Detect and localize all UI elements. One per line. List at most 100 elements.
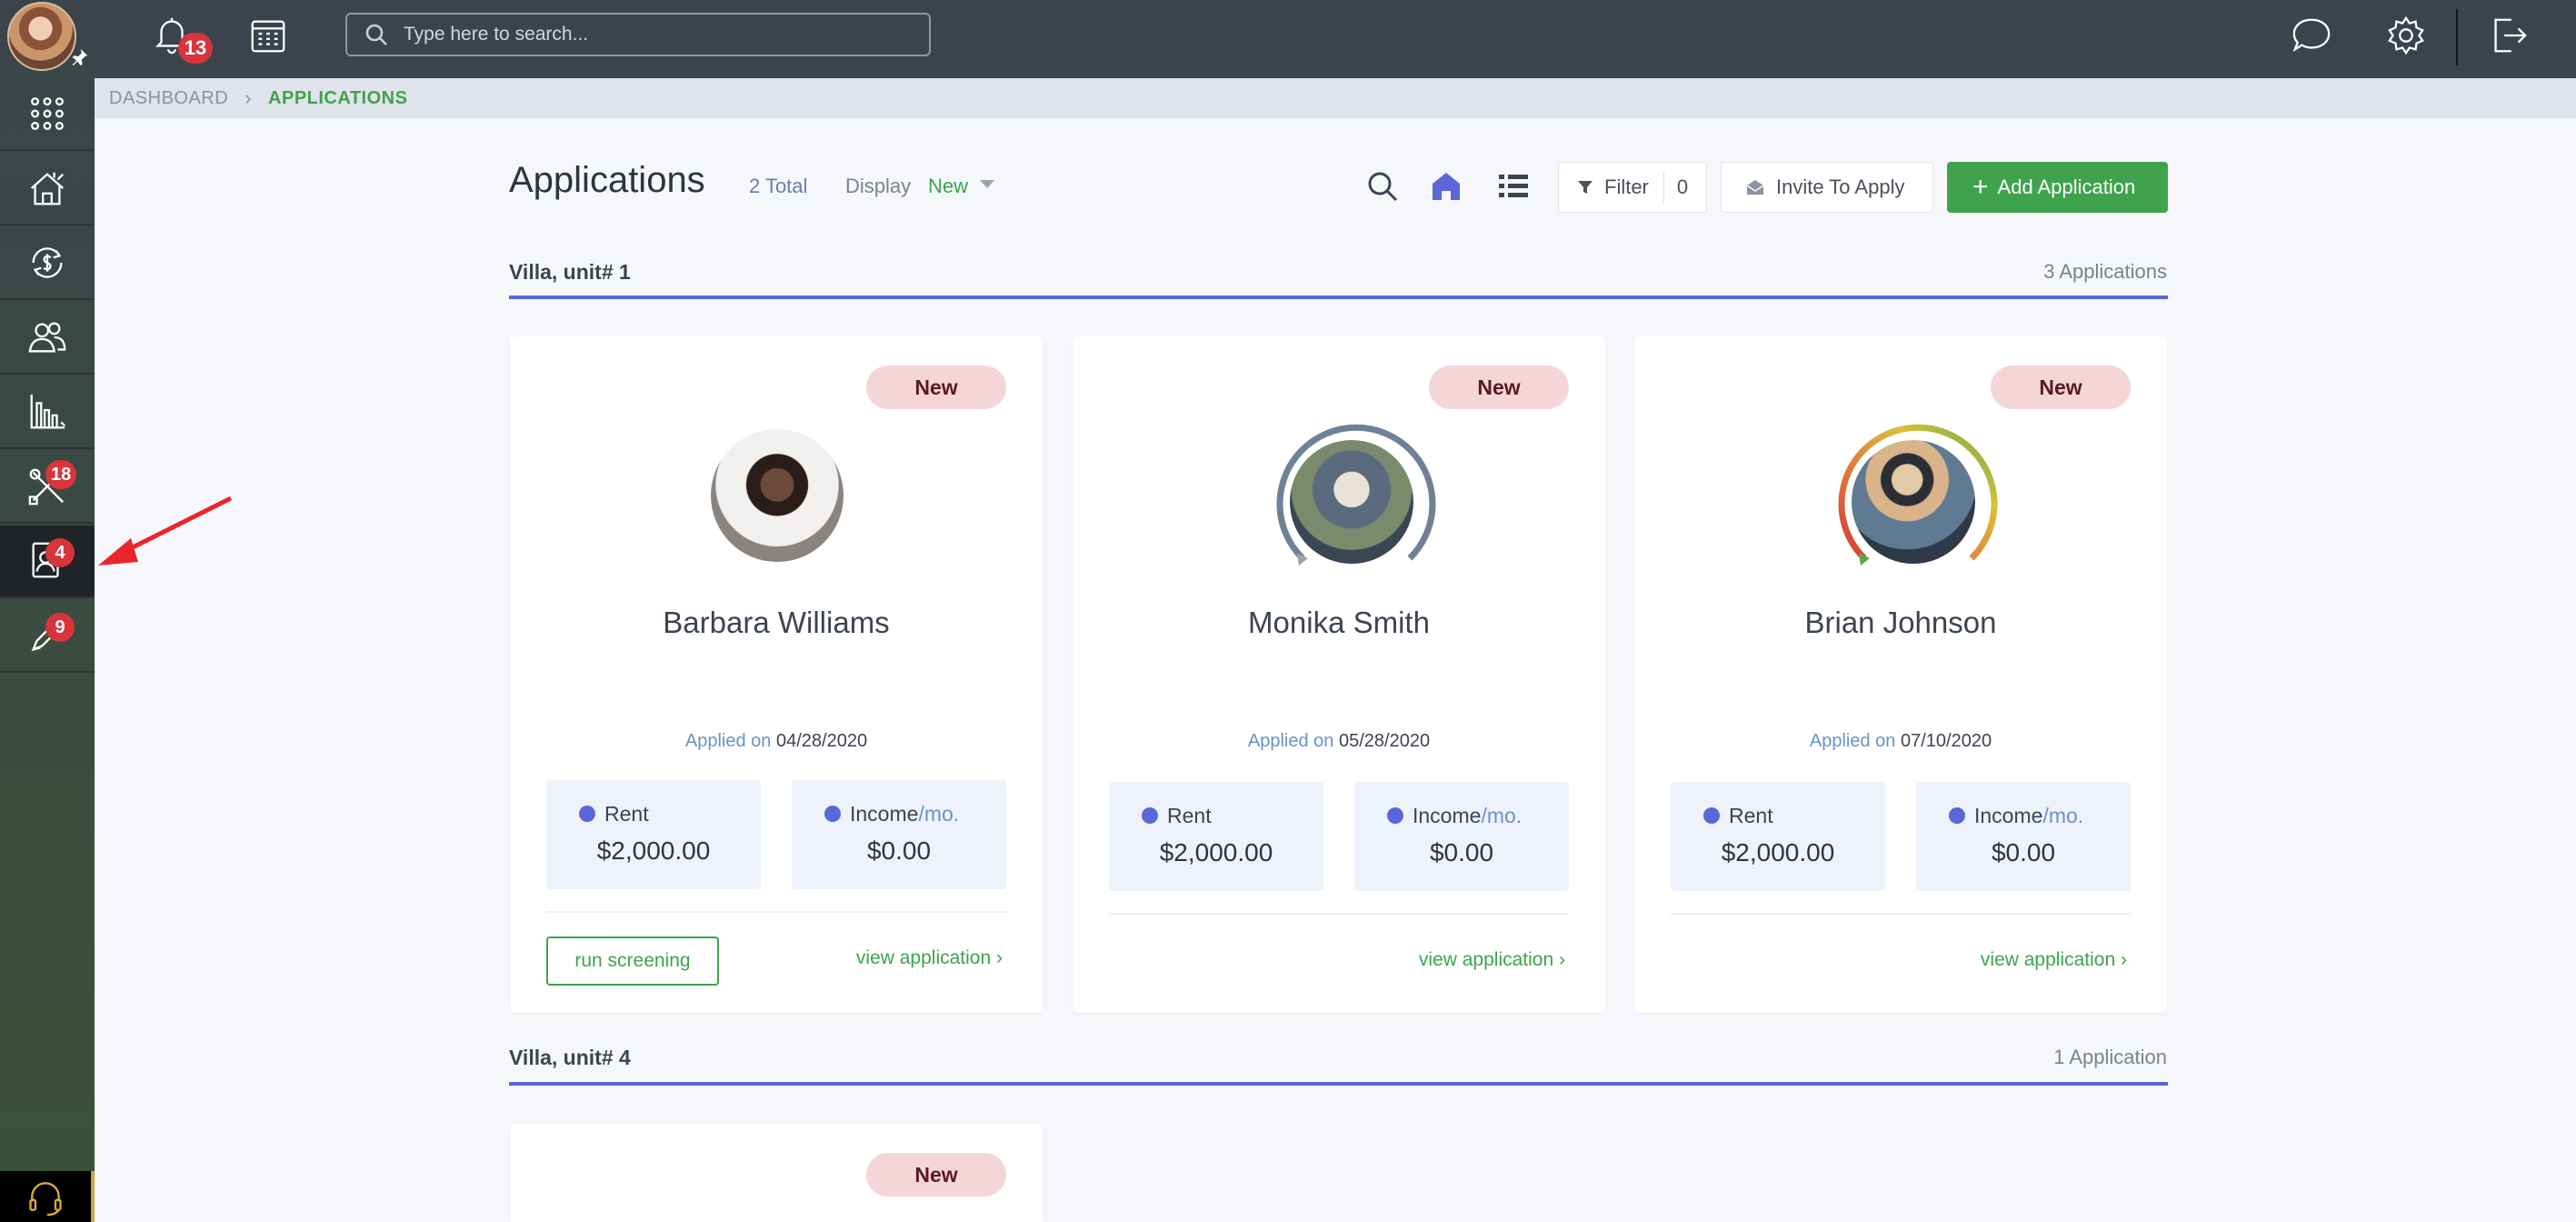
add-application-button[interactable]: + Add Application xyxy=(1947,162,2168,213)
income-label: Income/mo. xyxy=(850,802,959,826)
application-card: New Monika Smith Applied on 05/28/2020 R… xyxy=(1073,336,1605,1013)
sidebar-item-apps[interactable] xyxy=(0,78,95,151)
sidebar-item-reports[interactable] xyxy=(0,376,95,449)
pin-icon[interactable] xyxy=(69,47,89,67)
sidebar-item-leases[interactable]: 9 xyxy=(0,600,95,673)
filter-divider xyxy=(1662,172,1664,203)
help-button[interactable] xyxy=(0,1171,95,1222)
settings-button[interactable] xyxy=(2385,15,2431,60)
income-icon xyxy=(1387,807,1403,824)
house-view-icon xyxy=(1433,173,1460,200)
topbar: 13 xyxy=(95,0,2576,78)
rent-stat: Rent $2,000.00 xyxy=(546,780,761,889)
card-divider xyxy=(1109,913,1569,915)
view-application-link[interactable]: view application › xyxy=(1981,949,2127,971)
plus-icon: + xyxy=(1972,172,1989,202)
income-label-text: Income xyxy=(1413,804,1482,827)
page-title: Applications xyxy=(509,160,705,200)
income-icon xyxy=(1949,807,1965,824)
money-cycle-icon xyxy=(32,247,63,278)
list-view-button[interactable] xyxy=(1496,169,1533,205)
maintenance-badge: 18 xyxy=(45,460,77,489)
status-badge: New xyxy=(1429,366,1569,409)
applied-date: Applied on 05/28/2020 xyxy=(1073,731,1605,752)
grid-view-button[interactable] xyxy=(1429,169,1465,205)
rent-label: Rent xyxy=(1167,804,1212,827)
applied-date: Applied on 07/10/2020 xyxy=(1634,731,2167,752)
search-icon xyxy=(365,24,387,45)
rent-label: Rent xyxy=(1729,804,1773,827)
logout-button[interactable] xyxy=(2487,15,2532,60)
notification-count-badge: 13 xyxy=(178,33,213,64)
chat-icon xyxy=(2292,18,2331,53)
logout-icon xyxy=(2494,18,2527,53)
applicant-name: Monika Smith xyxy=(1248,606,1430,639)
topbar-divider xyxy=(2456,9,2458,65)
applicant-name: Brian Johnson xyxy=(1804,606,1997,639)
applied-prefix: Applied on xyxy=(1809,731,1896,751)
view-application-link[interactable]: view application › xyxy=(1419,949,1565,971)
filter-button[interactable]: Filter 0 xyxy=(1558,162,1707,213)
search-toggle-button[interactable] xyxy=(1365,169,1402,205)
display-select[interactable]: New xyxy=(928,175,968,198)
search-input[interactable] xyxy=(404,24,913,45)
apps-grid-icon xyxy=(31,97,64,130)
sidebar-item-people[interactable] xyxy=(0,302,95,375)
applicant-avatar[interactable] xyxy=(1833,422,1998,566)
status-badge: New xyxy=(1991,366,2131,409)
status-badge: New xyxy=(866,366,1006,409)
rent-icon xyxy=(1703,807,1720,824)
search-box[interactable] xyxy=(345,13,931,56)
envelope-icon xyxy=(1746,180,1764,195)
application-card: New xyxy=(510,1124,1043,1222)
run-screening-button[interactable]: run screening xyxy=(546,937,719,986)
applicant-avatar[interactable] xyxy=(1272,422,1436,566)
chevron-down-icon[interactable] xyxy=(980,180,994,188)
applicant-avatar[interactable] xyxy=(709,422,844,562)
application-card: New Barbara Williams Applied on 04/28/20… xyxy=(510,336,1043,1013)
calendar-button[interactable] xyxy=(247,15,291,58)
status-badge: New xyxy=(866,1153,1006,1197)
sidebar-item-maintenance[interactable]: 18 xyxy=(0,451,95,524)
applied-prefix: Applied on xyxy=(684,731,772,751)
income-stat: Income/mo. $0.00 xyxy=(1916,782,2131,891)
income-label-text: Income xyxy=(850,802,919,826)
income-unit: /mo. xyxy=(2042,804,2084,827)
applied-prefix: Applied on xyxy=(1247,731,1334,751)
view-application-link[interactable]: view application › xyxy=(856,947,1003,969)
rent-label: Rent xyxy=(604,802,649,826)
add-application-label: Add Application xyxy=(1997,175,2136,198)
sidebar-item-properties[interactable] xyxy=(0,153,95,225)
annotation-arrow-icon xyxy=(98,496,233,566)
group-title: Villa, unit# 4 xyxy=(509,1046,631,1069)
user-avatar[interactable] xyxy=(7,2,76,71)
rent-value: $2,000.00 xyxy=(1721,838,1835,866)
applied-date: Applied on 04/28/2020 xyxy=(510,731,1043,752)
applications-badge: 4 xyxy=(45,538,75,567)
rent-value: $2,000.00 xyxy=(1159,838,1273,866)
card-divider xyxy=(1671,913,2131,915)
sidebar-item-applications[interactable]: 4 xyxy=(0,526,95,598)
applied-date-value: 04/28/2020 xyxy=(775,731,868,751)
income-value: $0.00 xyxy=(1429,838,1494,866)
breadcrumb: DASHBOARD › APPLICATIONS xyxy=(95,78,2576,118)
applicant-name: Barbara Williams xyxy=(663,606,890,639)
income-unit: /mo. xyxy=(1481,804,1523,827)
messages-button[interactable] xyxy=(2291,15,2336,60)
breadcrumb-current: APPLICATIONS xyxy=(268,87,408,108)
leases-badge: 9 xyxy=(45,613,75,642)
invite-label: Invite To Apply xyxy=(1776,175,1905,198)
group-count: 3 Applications xyxy=(2043,260,2167,283)
funnel-icon xyxy=(1578,181,1593,194)
rent-icon xyxy=(1142,807,1158,824)
income-stat: Income/mo. $0.00 xyxy=(1354,782,1569,891)
search-icon xyxy=(1368,172,1398,202)
invite-to-apply-button[interactable]: Invite To Apply xyxy=(1721,162,1933,213)
income-stat: Income/mo. $0.00 xyxy=(792,780,1006,889)
breadcrumb-dashboard[interactable]: DASHBOARD xyxy=(109,88,228,109)
group-divider xyxy=(509,295,2168,299)
rent-stat: Rent $2,000.00 xyxy=(1109,782,1323,891)
sidebar-item-accounting[interactable] xyxy=(0,227,95,300)
income-unit: /mo. xyxy=(918,802,960,826)
income-label-text: Income xyxy=(1974,804,2043,827)
